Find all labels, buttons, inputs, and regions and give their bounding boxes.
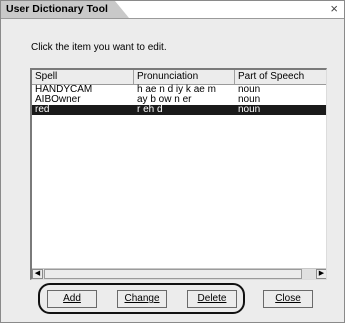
column-header-pronunciation[interactable]: Pronunciation	[134, 70, 235, 84]
list-item[interactable]: red r eh d noun	[32, 104, 326, 115]
delete-button-label: Delete	[197, 293, 227, 304]
list-item-pronunciation: r eh d	[137, 104, 163, 115]
window-title: User Dictionary Tool	[6, 3, 108, 15]
list-rows: HANDYCAM h ae n d iy k ae m noun AIBOwner ay…	[32, 85, 326, 115]
scroll-left-arrow-icon[interactable]: ◀	[32, 269, 43, 279]
column-header-spell[interactable]: Spell	[32, 70, 134, 84]
delete-button[interactable]: Delete	[187, 290, 237, 308]
list-item-spell: red	[35, 104, 50, 115]
scroll-right-arrow-icon[interactable]: ▶	[316, 269, 326, 279]
close-button[interactable]: Close	[263, 290, 313, 308]
horizontal-scrollbar[interactable]: ◀ ▶	[32, 268, 326, 279]
close-button-label: Close	[275, 293, 301, 304]
change-button-label: Change	[124, 293, 160, 304]
add-button[interactable]: Add	[47, 290, 97, 308]
change-button[interactable]: Change	[117, 290, 167, 308]
add-button-label: Add	[63, 293, 81, 304]
instruction-text: Click the item you want to edit.	[31, 42, 167, 53]
list-item-part-of-speech: noun	[238, 104, 261, 115]
title-bar[interactable]: User Dictionary Tool ×	[1, 1, 344, 18]
list-header: Spell Pronunciation Part of Speech	[32, 70, 326, 85]
dictionary-list[interactable]: Spell Pronunciation Part of Speech HANDY…	[30, 68, 327, 280]
list-item[interactable]: AIBOwner ay b ow n er noun	[32, 95, 326, 105]
close-icon[interactable]: ×	[330, 2, 338, 16]
scrollbar-thumb[interactable]	[44, 269, 302, 279]
title-divider	[1, 18, 344, 19]
title-tab: User Dictionary Tool	[1, 1, 129, 18]
column-header-part-of-speech[interactable]: Part of Speech	[235, 70, 326, 84]
dialog-window: User Dictionary Tool × Click the item yo…	[0, 0, 345, 323]
